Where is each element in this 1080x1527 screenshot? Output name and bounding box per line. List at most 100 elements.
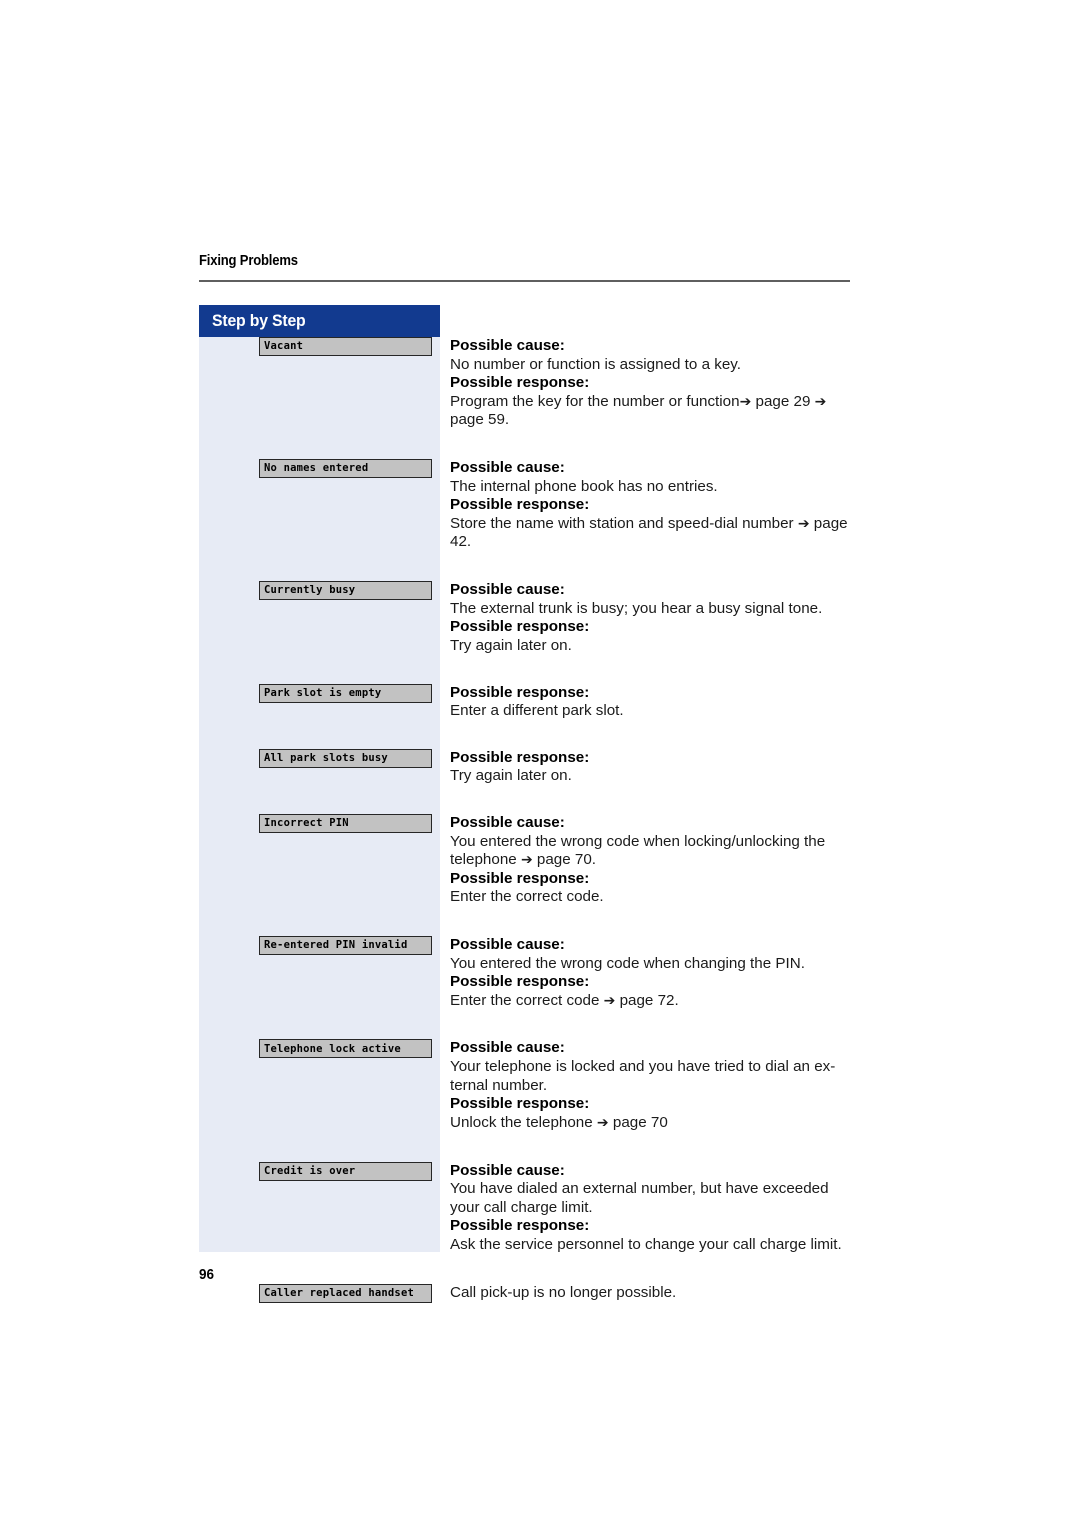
explanation-text: Your telephone is locked and you have tr… xyxy=(450,1058,836,1094)
explanation-block: Possible response: Enter a different park… xyxy=(450,684,850,721)
explanation-text: You entered the wrong code when changing… xyxy=(450,954,805,972)
explanation-block: Possible cause: You entered the wrong cod… xyxy=(450,814,850,870)
cross-reference-arrow-icon: ➔ xyxy=(596,1114,609,1131)
explanation-label: Possible response: xyxy=(450,748,590,766)
phone-display-text: Currently busy xyxy=(264,584,356,597)
explanation-cell: Possible response: Try again later on. xyxy=(440,749,850,786)
cross-reference-arrow-icon: ➔ xyxy=(797,515,810,532)
explanation-text: You have dialed an external number, but … xyxy=(450,1180,829,1216)
phone-display-chip: All park slots busy xyxy=(259,748,432,768)
phone-display-chip: Incorrect PIN xyxy=(259,813,432,833)
phone-display-text: No names entered xyxy=(264,462,369,475)
explanation-cell: Possible cause: You have dialed an extern… xyxy=(440,1162,850,1255)
explanation-label: Possible response: xyxy=(450,1217,590,1235)
phone-display-text: Re-entered PIN invalid xyxy=(264,939,408,952)
explanation-text: Try again later on. xyxy=(450,767,572,785)
explanation-label: Possible response: xyxy=(450,374,590,392)
explanation-block: Possible cause: You have dialed an extern… xyxy=(450,1162,850,1218)
explanation-cell: Possible cause: You entered the wrong cod… xyxy=(440,814,850,907)
cross-reference-arrow-icon: ➔ xyxy=(603,992,616,1009)
explanation-label: Possible response: xyxy=(450,496,590,514)
display-message-cell: Credit is over xyxy=(199,1161,440,1181)
explanation-cell: Possible response: Enter a different park… xyxy=(440,684,850,721)
explanation-label: Possible response: xyxy=(450,1095,590,1113)
phone-display-text: Incorrect PIN xyxy=(264,817,349,830)
explanation-text: Enter the correct code. xyxy=(450,888,604,906)
phone-display-chip: Park slot is empty xyxy=(259,683,432,703)
troubleshooting-row: Telephone lock active Possible cause: Your… xyxy=(199,1039,850,1132)
troubleshooting-row: All park slots busy Possible response: Try… xyxy=(199,748,850,786)
step-by-step-banner: Step by Step xyxy=(199,305,440,337)
step-by-step-title: Step by Step xyxy=(212,311,306,330)
explanation-text: Enter a different park slot. xyxy=(450,702,624,720)
explanation-cell: Possible cause: The internal phone book h… xyxy=(440,459,850,552)
running-header-title: Fixing Problems xyxy=(199,253,298,269)
explanation-block: Possible response: Try again later on. xyxy=(450,618,850,655)
phone-display-text: Park slot is empty xyxy=(264,686,382,699)
explanation-block: Possible response: Enter the correct code… xyxy=(450,973,850,1010)
troubleshooting-row: Re-entered PIN invalid Possible cause: You… xyxy=(199,936,850,1010)
explanation-text: Unlock the telephone ➔ page 70 xyxy=(450,1113,668,1131)
document-page: Fixing Problems Step by Step Vacant Possi… xyxy=(0,0,1080,1527)
explanation-block: Possible response: Try again later on. xyxy=(450,749,850,786)
explanation-block: Possible cause: The internal phone book h… xyxy=(450,459,850,496)
cross-reference-arrow-icon: ➔ xyxy=(739,393,752,410)
explanation-label: Possible cause: xyxy=(450,337,565,354)
page-number: 96 xyxy=(199,1266,215,1283)
explanation-cell: Possible cause: The external trunk is bus… xyxy=(440,581,850,655)
troubleshooting-row: Credit is over Possible cause: You have di… xyxy=(199,1161,850,1255)
troubleshooting-row: Caller replaced handset Call pick-up is n… xyxy=(199,1283,850,1303)
explanation-block: Possible response: Store the name with st… xyxy=(450,496,850,552)
explanation-cell: Possible cause: You entered the wrong cod… xyxy=(440,936,850,1010)
phone-display-text: All park slots busy xyxy=(264,752,388,764)
phone-display-chip: Telephone lock active xyxy=(259,1039,432,1059)
explanation-cell: Possible cause: No number or function is … xyxy=(440,337,850,430)
display-message-cell: Currently busy xyxy=(199,581,440,601)
troubleshooting-row: No names entered Possible cause: The inter… xyxy=(199,459,850,552)
phone-display-chip: Currently busy xyxy=(259,581,432,601)
explanation-text: You entered the wrong code when locking/… xyxy=(450,832,826,869)
troubleshooting-row: Vacant Possible cause: No number or functi… xyxy=(199,337,850,430)
explanation-text: Enter the correct code ➔ page 72. xyxy=(450,991,679,1009)
phone-display-chip: Vacant xyxy=(259,337,432,356)
troubleshooting-row-list: Vacant Possible cause: No number or functi… xyxy=(199,337,850,1303)
explanation-block: Possible response: Unlock the telephone ➔… xyxy=(450,1095,850,1132)
phone-display-text: Vacant xyxy=(264,340,304,353)
explanation-text: Store the name with station and speed-di… xyxy=(450,514,848,551)
troubleshooting-row: Currently busy Possible cause: The externa… xyxy=(199,581,850,655)
header-rule xyxy=(199,280,850,282)
explanation-block: Possible response: Ask the service person… xyxy=(450,1217,850,1254)
explanation-block: Possible cause: Your telephone is locked … xyxy=(450,1039,850,1095)
explanation-text: Ask the service personnel to change your… xyxy=(450,1235,842,1253)
phone-display-text: Caller replaced handset xyxy=(264,1286,414,1299)
display-message-cell: Vacant xyxy=(199,337,440,356)
explanation-label: Possible response: xyxy=(450,683,590,701)
explanation-text: Call pick-up is no longer possible. xyxy=(450,1283,677,1301)
display-message-cell: Caller replaced handset xyxy=(199,1283,440,1303)
cross-reference-arrow-icon: ➔ xyxy=(520,852,533,869)
explanation-label: Possible cause: xyxy=(450,1039,565,1057)
troubleshooting-row: Park slot is empty Possible response: Ente… xyxy=(199,683,850,721)
explanation-block: Possible cause: You entered the wrong cod… xyxy=(450,936,850,973)
phone-display-text: Telephone lock active xyxy=(264,1042,401,1055)
explanation-block: Call pick-up is no longer possible. xyxy=(450,1284,850,1303)
explanation-block: Possible cause: No number or function is … xyxy=(450,337,850,374)
display-message-cell: Re-entered PIN invalid xyxy=(199,936,440,956)
display-message-cell: All park slots busy xyxy=(199,748,440,768)
display-message-cell: Telephone lock active xyxy=(199,1039,440,1059)
explanation-text: The internal phone book has no entries. xyxy=(450,477,718,495)
running-header: Fixing Problems xyxy=(199,253,849,270)
explanation-block: Possible cause: The external trunk is bus… xyxy=(450,581,850,618)
explanation-label: Possible cause: xyxy=(450,459,565,477)
explanation-text: Program the key for the number or functi… xyxy=(450,392,827,429)
explanation-label: Possible response: xyxy=(450,618,590,636)
phone-display-chip: Re-entered PIN invalid xyxy=(259,936,432,956)
explanation-label: Possible response: xyxy=(450,973,590,991)
explanation-block: Possible response: Enter the correct code… xyxy=(450,870,850,907)
explanation-cell: Call pick-up is no longer possible. xyxy=(440,1284,850,1303)
display-message-cell: Park slot is empty xyxy=(199,683,440,703)
explanation-text: The external trunk is busy; you hear a b… xyxy=(450,599,823,617)
explanation-label: Possible cause: xyxy=(450,581,565,599)
phone-display-chip: Credit is over xyxy=(259,1161,432,1181)
explanation-label: Possible cause: xyxy=(450,936,565,954)
